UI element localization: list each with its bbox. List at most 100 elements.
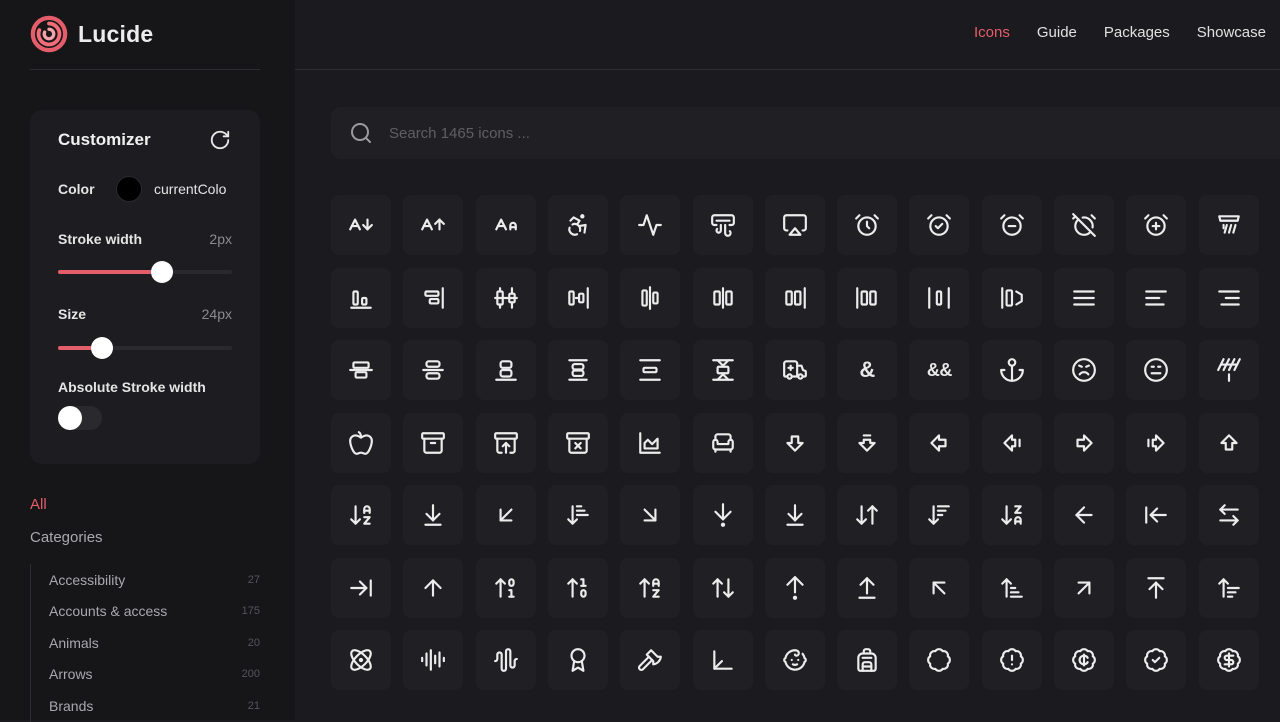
axis-3d-icon[interactable] <box>692 630 753 690</box>
arrow-down-narrow-wide-icon[interactable] <box>547 485 608 545</box>
arrow-right-to-line-icon[interactable] <box>331 557 391 618</box>
align-start-vertical-icon[interactable] <box>837 267 898 328</box>
apple-icon[interactable] <box>331 412 391 473</box>
arrow-down-left-icon[interactable] <box>475 485 536 545</box>
backpack-icon[interactable] <box>837 630 898 690</box>
baby-icon[interactable] <box>764 630 825 690</box>
arrow-big-down-dash-icon[interactable] <box>837 412 898 473</box>
category-item[interactable]: Brands 21 <box>31 690 260 722</box>
arrow-up-to-line-icon[interactable] <box>1126 557 1187 618</box>
arrow-down-wide-narrow-icon[interactable] <box>909 485 970 545</box>
ampersand-icon[interactable]: & <box>837 340 898 400</box>
a-arrow-down-icon[interactable] <box>331 195 391 255</box>
badge-cent-icon[interactable] <box>1054 630 1114 690</box>
slider-thumb[interactable] <box>151 261 174 283</box>
align-right-icon[interactable] <box>1198 267 1259 328</box>
arrow-up-1-0-icon[interactable] <box>547 557 608 618</box>
a-arrow-up-icon[interactable] <box>403 195 464 255</box>
alarm-clock-minus-icon[interactable] <box>981 195 1042 255</box>
badge-alert-icon[interactable] <box>981 630 1042 690</box>
badge-icon[interactable] <box>909 630 970 690</box>
color-swatch[interactable] <box>116 176 142 202</box>
ambulance-icon[interactable] <box>764 340 825 400</box>
arrow-big-left-icon[interactable] <box>909 412 970 473</box>
category-item[interactable]: Arrows 200 <box>31 659 260 691</box>
arrow-down-z-a-icon[interactable] <box>981 485 1042 545</box>
alarm-smoke-icon[interactable] <box>1198 195 1259 255</box>
arrow-left-right-icon[interactable] <box>1198 485 1259 545</box>
alarm-clock-off-icon[interactable] <box>1054 195 1114 255</box>
arrow-big-right-dash-icon[interactable] <box>1126 412 1187 473</box>
align-center-icon[interactable] <box>403 340 464 400</box>
arrow-up-a-z-icon[interactable] <box>620 557 681 618</box>
arrow-big-down-icon[interactable] <box>764 412 825 473</box>
category-item[interactable]: Animals 20 <box>31 627 260 659</box>
align-bottom-justify-icon[interactable] <box>331 267 391 328</box>
area-chart-icon[interactable] <box>620 412 681 473</box>
axe-icon[interactable] <box>620 630 681 690</box>
slider-thumb[interactable] <box>90 337 113 359</box>
airplay-icon[interactable] <box>764 195 825 255</box>
brand-logo[interactable]: Lucide <box>30 15 153 53</box>
align-center-horizontal-icon[interactable] <box>475 267 536 328</box>
arrow-left-icon[interactable] <box>1054 485 1114 545</box>
arrow-up-down-icon[interactable] <box>692 557 753 618</box>
nav-guide[interactable]: Guide <box>1037 24 1077 41</box>
arrow-up-icon[interactable] <box>403 557 464 618</box>
align-horizontal-space-around-icon[interactable] <box>764 267 825 328</box>
audio-lines-icon[interactable] <box>403 630 464 690</box>
archive-restore-icon[interactable] <box>475 412 536 473</box>
alarm-clock-plus-icon[interactable] <box>1126 195 1187 255</box>
angry-icon[interactable] <box>1054 340 1114 400</box>
align-vertical-justify-icon[interactable] <box>692 340 753 400</box>
arrow-down-to-line-2-icon[interactable] <box>764 485 825 545</box>
archive-icon[interactable] <box>403 412 464 473</box>
arrow-down-to-dot-icon[interactable] <box>692 485 753 545</box>
align-justify-icon[interactable] <box>1054 267 1114 328</box>
align-vertical-space-between-icon[interactable] <box>620 340 681 400</box>
award-icon[interactable] <box>547 630 608 690</box>
ampersands-icon[interactable]: && <box>909 340 970 400</box>
arrow-up-right-icon[interactable] <box>1054 557 1114 618</box>
nav-showcase[interactable]: Showcase <box>1197 24 1266 41</box>
arrow-up-left-icon[interactable] <box>909 557 970 618</box>
arrow-big-up-icon[interactable] <box>1198 412 1259 473</box>
alarm-clock-check-icon[interactable] <box>909 195 970 255</box>
align-horizontal-distribute-icon[interactable] <box>692 267 753 328</box>
arrow-up-from-dot-icon[interactable] <box>764 557 825 618</box>
align-center-vertical-icon[interactable] <box>620 267 681 328</box>
filter-all[interactable]: All <box>30 496 47 513</box>
alarm-clock-icon[interactable] <box>837 195 898 255</box>
size-slider[interactable] <box>58 337 232 359</box>
arrow-up-from-line-icon[interactable] <box>837 557 898 618</box>
arrow-big-left-dash-icon[interactable] <box>981 412 1042 473</box>
air-vent-icon[interactable] <box>692 195 753 255</box>
absolute-stroke-toggle[interactable] <box>58 406 102 430</box>
align-horizontal-space-between-icon[interactable] <box>909 267 970 328</box>
align-horizontal-justify-end-icon[interactable] <box>981 267 1042 328</box>
reset-button[interactable] <box>208 128 232 152</box>
arrow-up-wide-narrow-icon[interactable] <box>1198 557 1259 618</box>
align-bottom-icon[interactable] <box>475 340 536 400</box>
arrow-down-right-icon[interactable] <box>620 485 681 545</box>
badge-check-icon[interactable] <box>1126 630 1187 690</box>
arrow-big-right-icon[interactable] <box>1054 412 1114 473</box>
arrow-down-up-icon[interactable] <box>837 485 898 545</box>
align-vertical-space-around-icon[interactable] <box>547 340 608 400</box>
align-left-icon[interactable] <box>1126 267 1187 328</box>
nav-icons[interactable]: Icons <box>974 24 1010 41</box>
align-vertical-distribute-icon[interactable] <box>331 340 391 400</box>
search-input[interactable] <box>389 121 989 145</box>
a-large-small-icon[interactable] <box>475 195 536 255</box>
badge-dollar-sign-icon[interactable] <box>1198 630 1259 690</box>
align-end-horizontal-icon[interactable] <box>403 267 464 328</box>
color-value[interactable]: currentColor <box>154 181 226 197</box>
category-item[interactable]: Accessibility 27 <box>31 564 260 596</box>
arrow-up-0-1-icon[interactable] <box>475 557 536 618</box>
color-picker[interactable]: currentColor <box>116 174 226 204</box>
anchor-icon[interactable] <box>981 340 1042 400</box>
arrow-down-a-z-icon[interactable] <box>331 485 391 545</box>
category-item[interactable]: Accounts & access 175 <box>31 596 260 628</box>
annoyed-icon[interactable] <box>1126 340 1187 400</box>
atom-icon[interactable] <box>331 630 391 690</box>
